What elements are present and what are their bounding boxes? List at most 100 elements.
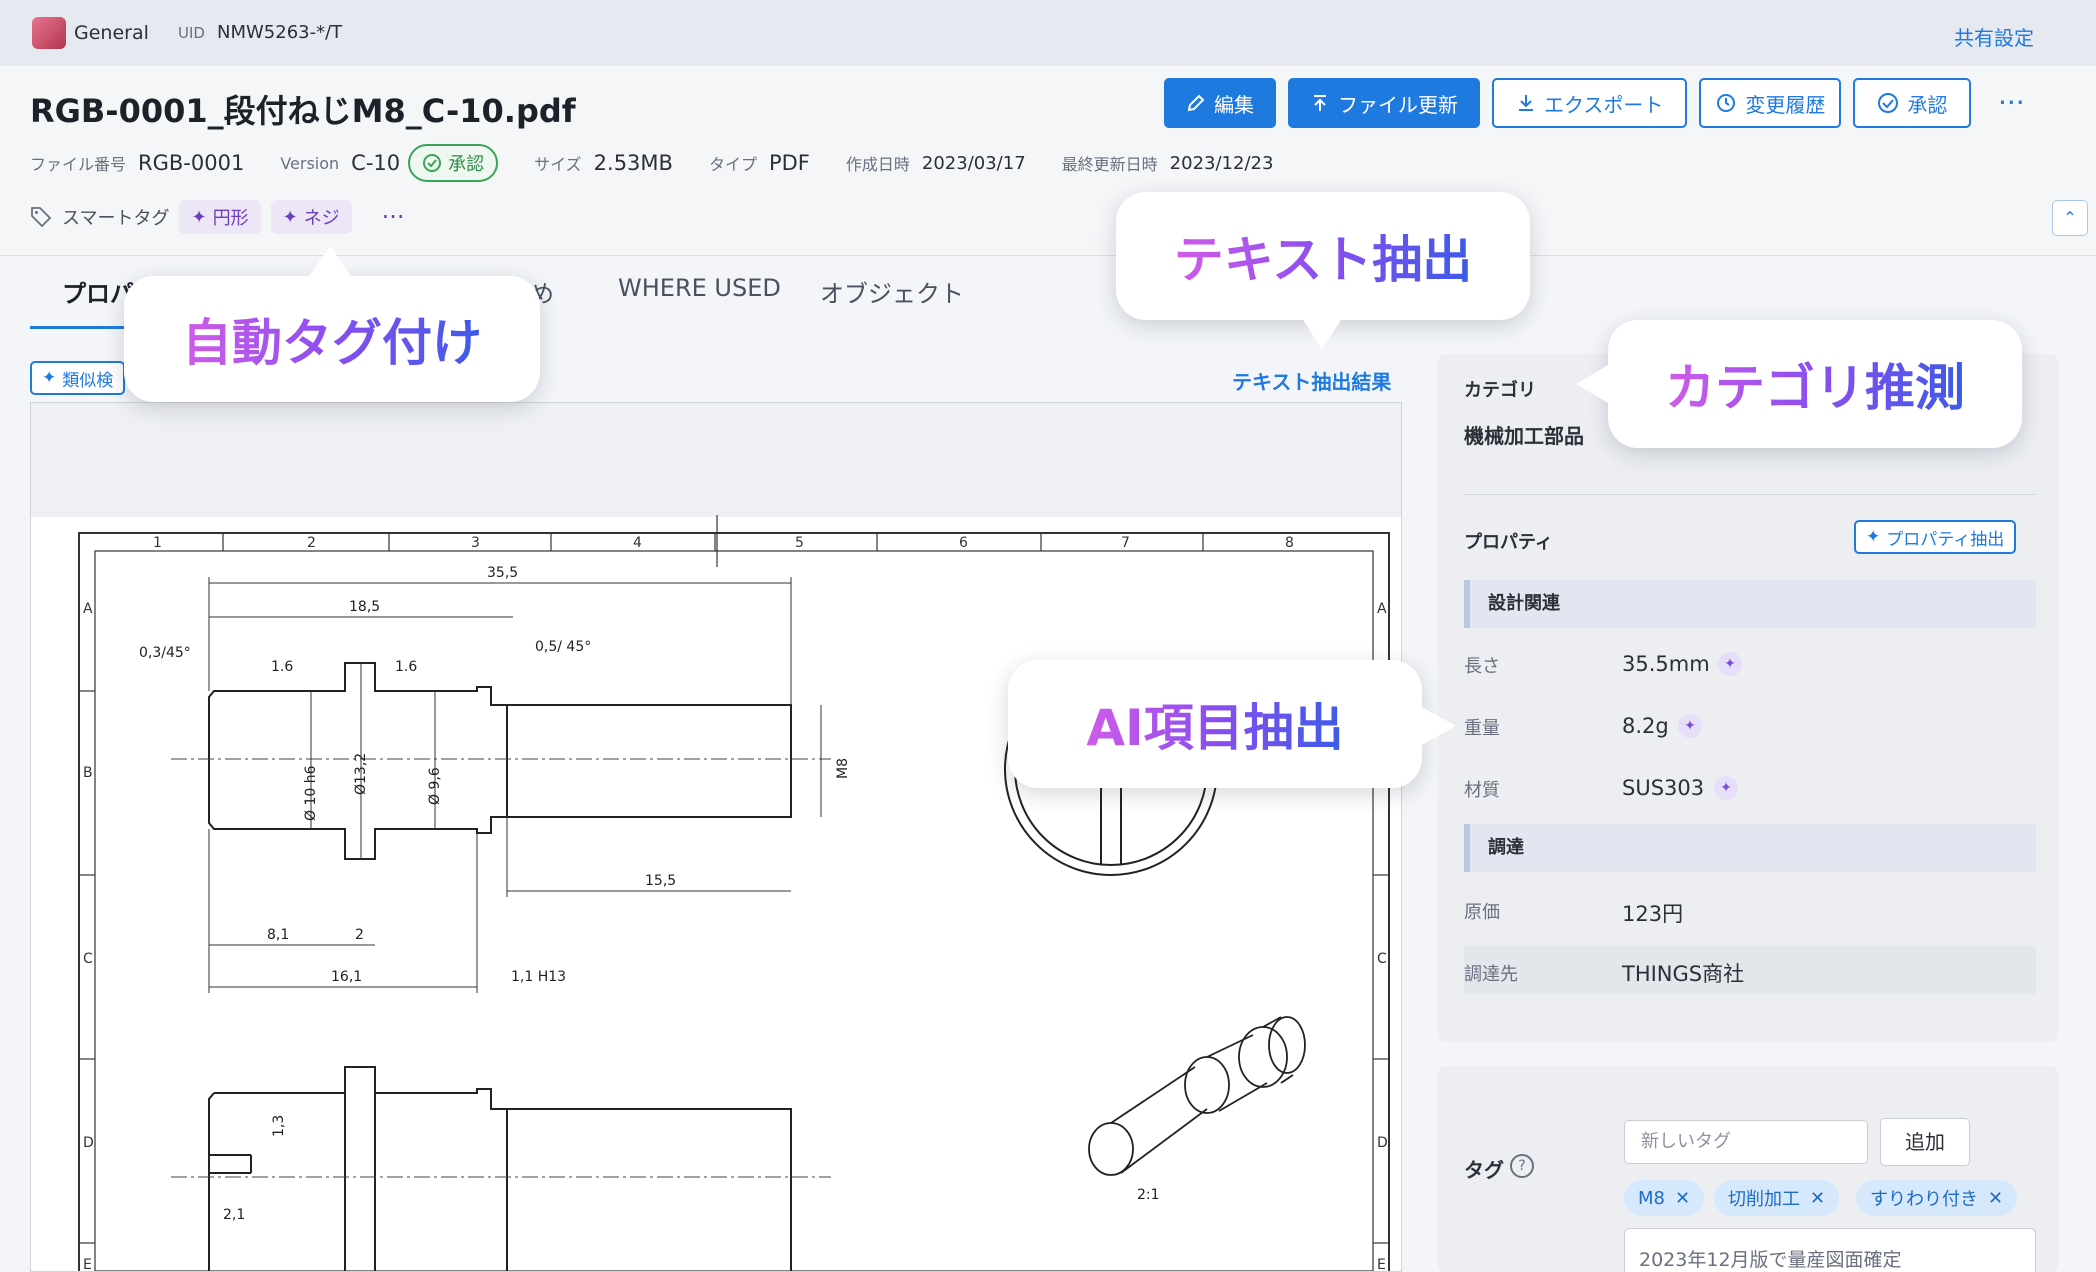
- top-bar: General UID NMW5263-*/T 共有設定: [0, 0, 2096, 66]
- status-label: 承認: [448, 154, 485, 175]
- ai-sparkle-icon: ✦: [1678, 714, 1702, 738]
- check-circle-icon: [423, 154, 442, 172]
- drawing-viewer[interactable]: 12345678 AABBCCDDEE 35,518,50,3/45°1.61.…: [30, 402, 1402, 1272]
- share-settings-link[interactable]: 共有設定: [1954, 22, 2034, 51]
- callout-text: カテゴリ推測: [1665, 348, 1965, 420]
- tags-label: タグ: [1464, 1158, 1504, 1182]
- close-icon[interactable]: ✕: [1988, 1188, 2003, 1209]
- tab-objects[interactable]: オブジェクト: [820, 274, 964, 309]
- dimension-label: Ø13,2: [353, 753, 369, 795]
- history-button[interactable]: 変更履歴: [1699, 78, 1842, 128]
- smart-tag-label: スマートタグ: [62, 208, 170, 229]
- updated-value: 2023/12/23: [1169, 152, 1274, 174]
- property-row-highlight: [1464, 946, 2036, 994]
- callout-ai-extract: AI項目抽出: [1008, 660, 1422, 788]
- drawing-row-letter: D: [83, 1135, 94, 1151]
- drawing-row-letter: C: [1377, 951, 1387, 967]
- check-badge-icon: [1878, 93, 1899, 113]
- dimension-label: 1.6: [271, 659, 293, 675]
- smart-tag-more-button[interactable]: ···: [382, 203, 405, 231]
- callout-pointer: [1302, 318, 1342, 350]
- file-number-label: ファイル番号: [30, 155, 127, 174]
- collapse-header-button[interactable]: ⌃: [2052, 200, 2088, 236]
- technical-drawing: 12345678 AABBCCDDEE 35,518,50,3/45°1.61.…: [31, 515, 1401, 1271]
- close-icon[interactable]: ✕: [1810, 1188, 1825, 1209]
- version-value: C-10: [351, 151, 401, 175]
- help-icon[interactable]: ?: [1510, 1154, 1534, 1178]
- type-label: タイプ: [708, 155, 757, 174]
- smart-tag-text: ネジ: [303, 208, 340, 229]
- memo-field[interactable]: 2023年12月版で量産図面確定: [1624, 1228, 2036, 1272]
- dimension-label: 1,3: [271, 1115, 287, 1137]
- property-value[interactable]: THINGS商社: [1622, 958, 1744, 988]
- tag-chip[interactable]: M8 ✕: [1624, 1180, 1705, 1216]
- smart-tag-chip[interactable]: ✦ 円形: [179, 200, 261, 234]
- callout-category: カテゴリ推測: [1608, 320, 2022, 448]
- pencil-icon: [1187, 94, 1205, 112]
- tab-where-used[interactable]: WHERE USED: [618, 274, 781, 302]
- dimension-label: 2: [355, 927, 364, 943]
- similar-search-label: 類似検: [62, 370, 114, 391]
- dimension-label: 1.6: [395, 659, 417, 675]
- category-label: カテゴリ: [1464, 380, 1536, 401]
- file-meta: ファイル番号 RGB-0001 Version C-10 承認 サイズ 2.53…: [30, 144, 1273, 182]
- drawing-row-letter: B: [83, 765, 93, 781]
- created-label: 作成日時: [845, 155, 910, 174]
- add-tag-button[interactable]: 追加: [1880, 1118, 1970, 1166]
- workspace-name[interactable]: General: [74, 22, 149, 44]
- drawing-column-number: 2: [307, 535, 316, 551]
- smart-tag-chip[interactable]: ✦ ネジ: [270, 200, 352, 234]
- tag-chip[interactable]: すりわり付き ✕: [1856, 1180, 2018, 1216]
- download-icon: [1519, 95, 1533, 111]
- callout-text: 自動タグ付け: [182, 303, 482, 375]
- file-title: RGB-0001_段付ねじM8_C-10.pdf: [30, 92, 576, 130]
- close-icon[interactable]: ✕: [1675, 1188, 1690, 1209]
- tag-chip-label: M8: [1638, 1187, 1665, 1209]
- dimension-label: 15,5: [645, 873, 676, 889]
- size-value: 2.53MB: [593, 151, 673, 175]
- approve-label: 承認: [1907, 92, 1948, 117]
- property-value[interactable]: 123円: [1622, 898, 1683, 928]
- property-key: 調達先: [1464, 964, 1518, 985]
- callout-text: テキスト抽出: [1174, 220, 1473, 292]
- property-extract-label: プロパティ抽出: [1886, 529, 2005, 550]
- property-value[interactable]: SUS303: [1622, 776, 1704, 800]
- more-actions-button[interactable]: ···: [1998, 86, 2025, 119]
- export-button[interactable]: エクスポート: [1492, 78, 1688, 128]
- property-value[interactable]: 8.2g: [1622, 714, 1669, 738]
- dimension-label: 18,5: [349, 599, 380, 615]
- dimension-label: 16,1: [331, 969, 362, 985]
- dimension-label: Ø 9,6: [427, 767, 443, 805]
- file-update-label: ファイル更新: [1338, 92, 1458, 117]
- new-tag-input[interactable]: 新しいタグ: [1624, 1120, 1868, 1164]
- ai-sparkle-icon: ✦: [1714, 776, 1738, 800]
- history-icon: [1717, 94, 1736, 112]
- sparkle-icon: ✦: [282, 206, 298, 228]
- drawing-column-number: 8: [1285, 535, 1294, 551]
- approve-button[interactable]: 承認: [1853, 78, 1972, 128]
- dimension-label: 0,5/ 45°: [535, 639, 591, 655]
- drawing-column-number: 4: [633, 535, 642, 551]
- dimension-label: 8,1: [267, 927, 289, 943]
- edit-label: 編集: [1214, 92, 1254, 117]
- similar-search-button[interactable]: ✦ 類似検: [30, 361, 126, 395]
- workspace-logo[interactable]: [32, 17, 66, 49]
- callout-text: AI項目抽出: [1086, 688, 1343, 760]
- drawing-row-letter: A: [1377, 601, 1387, 617]
- action-toolbar: 編集 ファイル更新 エクスポート 変更履歴 承認: [1164, 78, 1972, 128]
- file-header: RGB-0001_段付ねじM8_C-10.pdf 編集 ファイル更新 エクスポー…: [0, 66, 2096, 256]
- text-extract-result-link[interactable]: テキスト抽出結果: [1232, 366, 1391, 395]
- property-key: 材質: [1464, 780, 1500, 801]
- property-key: 原価: [1464, 902, 1500, 923]
- sparkle-icon: ✦: [42, 368, 57, 388]
- edit-button[interactable]: 編集: [1164, 78, 1276, 128]
- property-value[interactable]: 35.5mm: [1622, 652, 1710, 676]
- tag-chip[interactable]: 切削加工 ✕: [1714, 1180, 1840, 1216]
- dimension-label: M8: [835, 758, 851, 779]
- file-update-button[interactable]: ファイル更新: [1288, 78, 1480, 128]
- section-design: 設計関連: [1464, 580, 2036, 628]
- property-extract-button[interactable]: ✦ プロパティ抽出: [1854, 520, 2017, 554]
- sparkle-icon: ✦: [191, 206, 207, 228]
- size-label: サイズ: [534, 155, 582, 174]
- category-value: 機械加工部品: [1464, 424, 1584, 448]
